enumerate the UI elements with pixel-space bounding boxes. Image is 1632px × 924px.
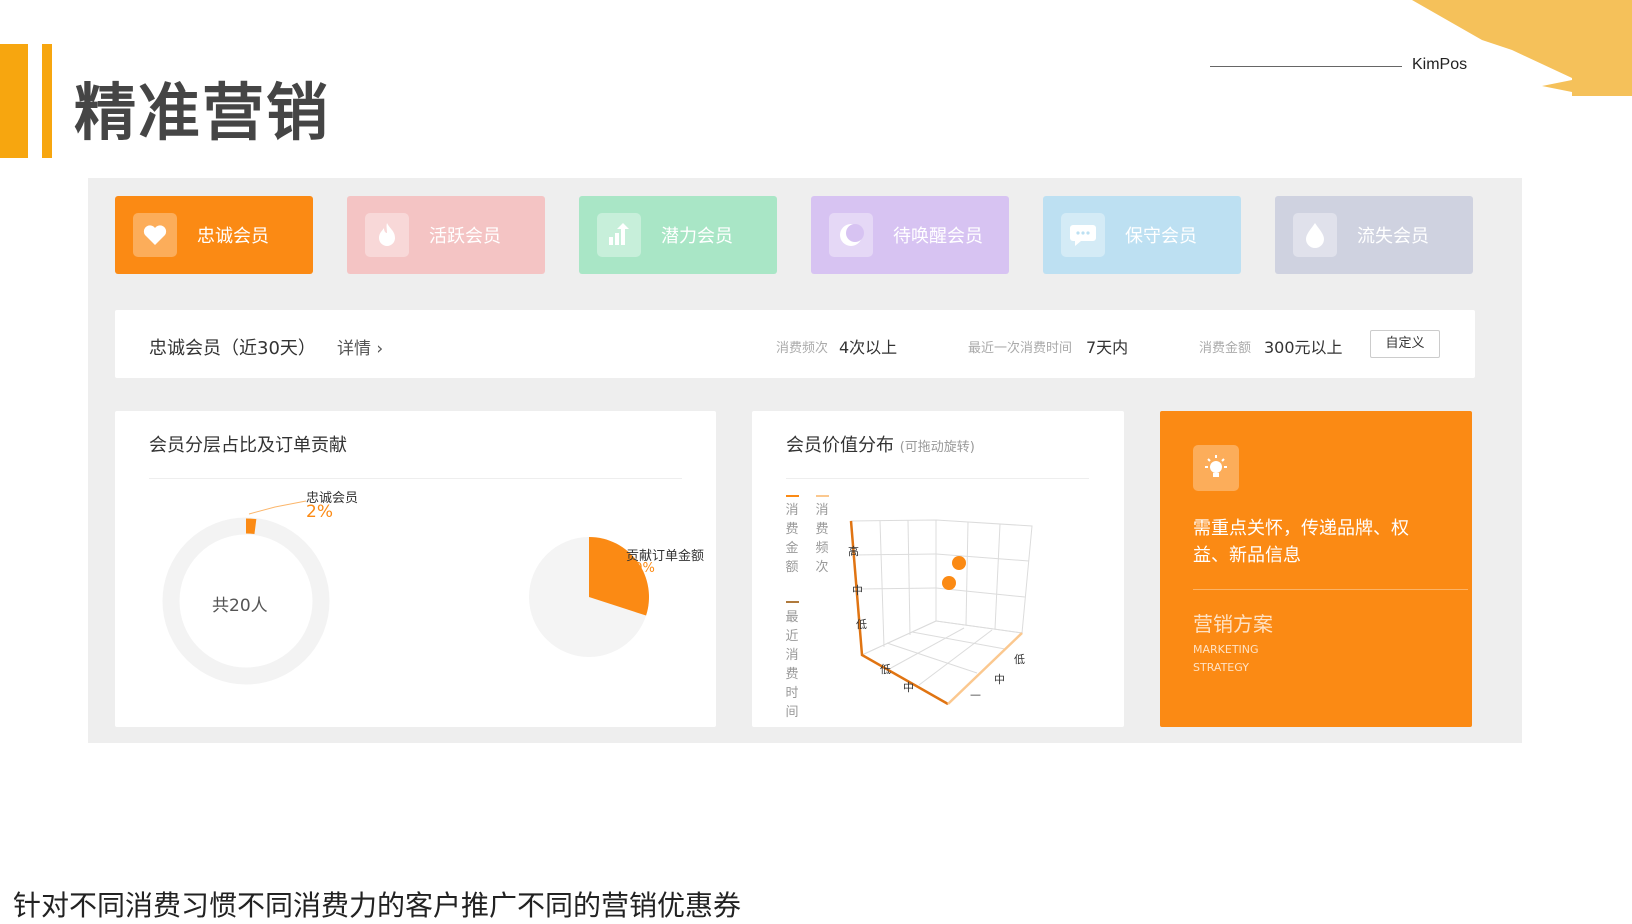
value-3d-chart xyxy=(849,519,1033,706)
droplet-icon xyxy=(1293,213,1337,257)
data-point xyxy=(952,556,966,570)
moon-icon xyxy=(829,213,873,257)
tab-dormant[interactable]: 待唤醒会员 xyxy=(811,196,1009,274)
detail-link[interactable]: 详情 › xyxy=(337,334,383,359)
lightbulb-icon xyxy=(1193,445,1239,491)
divider xyxy=(1193,589,1468,590)
axis-tick: 高 xyxy=(848,545,859,558)
amount-label: 消费金额 xyxy=(1199,341,1252,356)
member-panel: 忠诚会员 活跃会员 潜力会员 待唤醒会员 保守会员 流失会员 忠诚会员（近30天… xyxy=(88,178,1522,743)
tab-loyal[interactable]: 忠诚会员 xyxy=(115,196,313,274)
segment-title: 忠诚会员（近30天） xyxy=(149,338,316,359)
recent-label: 最近一次消费时间 xyxy=(968,341,1073,356)
tab-potential[interactable]: 潜力会员 xyxy=(579,196,777,274)
donut-percent: 2% xyxy=(306,502,333,522)
accent-bar xyxy=(0,44,28,158)
amount-value: 300元以上 xyxy=(1264,338,1343,357)
chat-bubble-icon xyxy=(1061,213,1105,257)
strategy-card: 需重点关怀，传递品牌、权益、新品信息 营销方案 MARKETING STRATE… xyxy=(1160,411,1472,727)
axis-tick: 低 xyxy=(856,618,867,631)
tab-label: 流失会员 xyxy=(1357,226,1429,247)
layering-card: 会员分层占比及订单贡献 忠诚会员 2% 共20人 贡献订单金额 30% xyxy=(115,411,716,727)
axis-frequency xyxy=(947,632,1023,705)
tab-conservative[interactable]: 保守会员 xyxy=(1043,196,1241,274)
strategy-heading: 营销方案 xyxy=(1193,612,1273,636)
flame-icon xyxy=(365,213,409,257)
axis-tick: 中 xyxy=(852,584,863,597)
frequency-value: 4次以上 xyxy=(839,338,898,357)
member-donut-slice xyxy=(245,518,257,535)
tab-label: 保守会员 xyxy=(1125,226,1197,247)
accent-bar-thin xyxy=(42,44,52,158)
donut-center-total: 共20人 xyxy=(212,596,268,616)
tab-lost[interactable]: 流失会员 xyxy=(1275,196,1473,274)
growth-chart-icon xyxy=(597,213,641,257)
filter-bar: 忠诚会员（近30天） 详情 › 消费频次 4次以上 最近一次消费时间 7天内 消… xyxy=(115,310,1475,378)
axis-tick: 低 xyxy=(1014,653,1025,666)
axis-tick: 中 xyxy=(994,673,1005,686)
heart-icon xyxy=(133,213,177,257)
customize-button[interactable]: 自定义 xyxy=(1370,330,1440,358)
tab-label: 待唤醒会员 xyxy=(893,226,983,247)
tab-label: 潜力会员 xyxy=(661,226,733,247)
axis-tick: 中 xyxy=(903,681,914,694)
slide-caption: 针对不同消费习惯不同消费力的客户推广不同的营销优惠券 xyxy=(13,889,742,922)
strategy-en-line2: STRATEGY xyxy=(1193,661,1249,674)
page-title: 精准营销 xyxy=(74,76,331,149)
tab-label: 忠诚会员 xyxy=(197,226,269,247)
pie-percent: 30% xyxy=(626,561,655,576)
tab-label: 活跃会员 xyxy=(429,226,501,247)
strategy-text: 需重点关怀，传递品牌、权益、新品信息 xyxy=(1193,518,1409,566)
tab-active[interactable]: 活跃会员 xyxy=(347,196,545,274)
donut-leader-line xyxy=(248,500,307,515)
brand-divider xyxy=(1210,66,1402,67)
corner-decoration xyxy=(1412,0,1632,96)
axis-tick: — xyxy=(970,688,981,701)
recent-value: 7天内 xyxy=(1086,338,1129,357)
value-distribution-card: 会员价值分布 (可拖动旋转) 消费金额 消费频次 最近消费时间 高 中 低 低 … xyxy=(752,411,1124,727)
frequency-label: 消费频次 xyxy=(776,341,829,356)
axis-tick: 低 xyxy=(880,663,891,676)
strategy-en-line1: MARKETING xyxy=(1193,643,1259,656)
axis-amount-recent xyxy=(849,520,949,706)
data-point xyxy=(942,576,956,590)
